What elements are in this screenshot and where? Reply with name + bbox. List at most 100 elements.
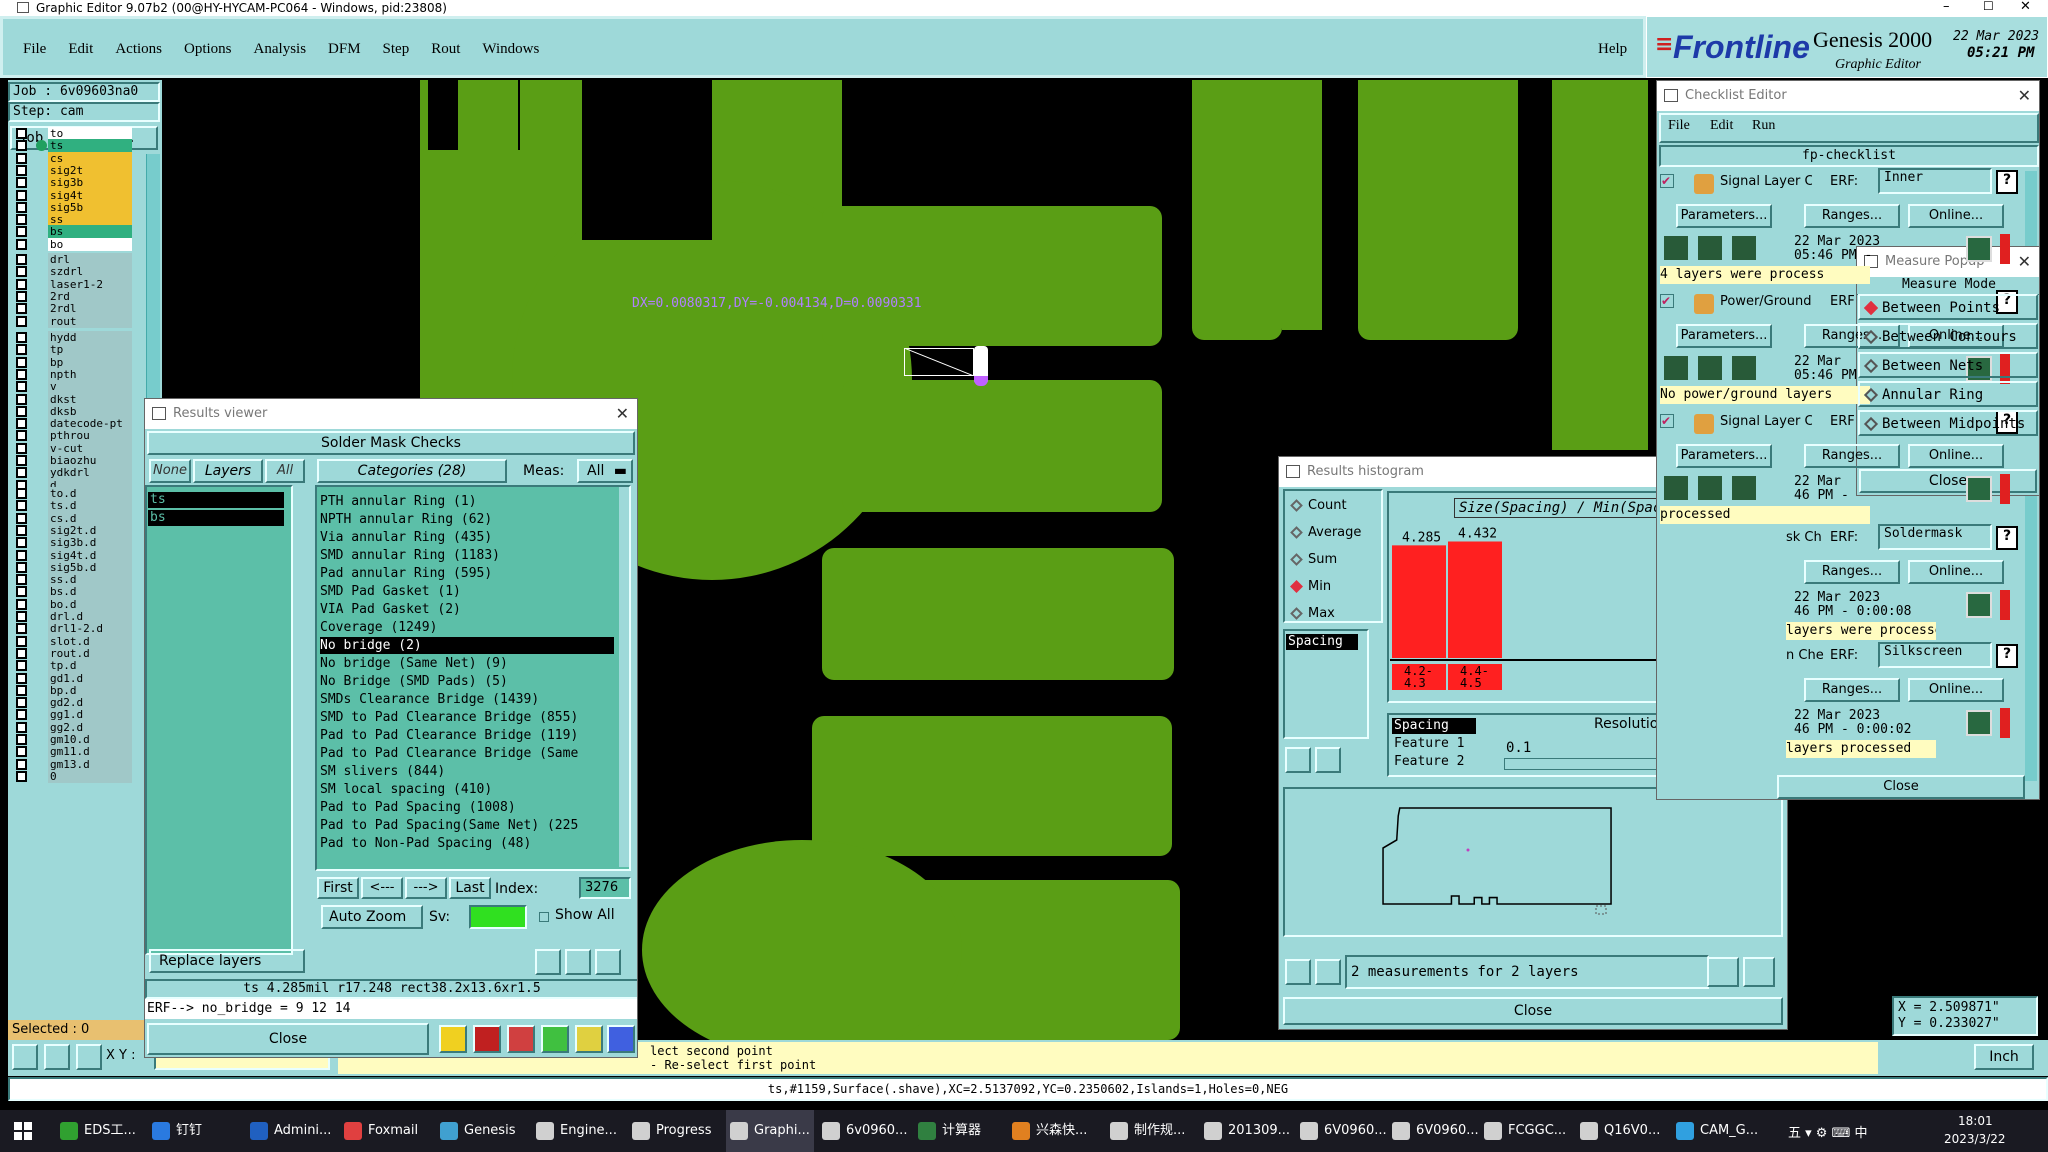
layer-checkbox[interactable] bbox=[16, 561, 27, 573]
checklist-menu-edit[interactable]: Edit bbox=[1710, 118, 1733, 134]
index-input[interactable]: 3276 bbox=[579, 877, 631, 899]
results-tool-4[interactable] bbox=[541, 1025, 569, 1053]
auto-zoom-dropdown[interactable]: Auto Zoom bbox=[321, 905, 423, 929]
prev-button[interactable]: <--- bbox=[361, 877, 403, 899]
layer-row[interactable]: to.d bbox=[14, 487, 132, 500]
systray[interactable]: 五 ▾ ⚙ ⌨ 中 bbox=[1788, 1122, 1867, 1141]
layer-checkbox[interactable] bbox=[16, 721, 27, 733]
results-close-button[interactable]: Close bbox=[147, 1023, 429, 1055]
layer-row[interactable]: hydd bbox=[14, 331, 132, 344]
layer-checkbox[interactable] bbox=[16, 278, 27, 290]
layer-row[interactable]: tp bbox=[14, 343, 132, 357]
layer-checkbox[interactable] bbox=[16, 152, 27, 164]
tool-icon-3[interactable] bbox=[76, 1044, 102, 1070]
layer-row[interactable]: gg1.d bbox=[14, 708, 132, 722]
layer-checkbox[interactable] bbox=[16, 238, 27, 250]
taskbar-item[interactable]: Genesis bbox=[440, 1110, 515, 1152]
check-action-icon[interactable] bbox=[1662, 234, 1690, 262]
menu-help[interactable]: Help bbox=[1598, 41, 1627, 58]
layer-row[interactable]: 2rd bbox=[14, 289, 132, 303]
layer-row[interactable]: datecode-pt bbox=[14, 417, 132, 431]
taskbar-item[interactable]: 计算器 bbox=[918, 1110, 981, 1152]
checklist-menu-run[interactable]: Run bbox=[1752, 118, 1775, 134]
hist-option-max[interactable]: Max bbox=[1290, 604, 1335, 624]
layer-row[interactable]: tp.d bbox=[14, 659, 132, 673]
layers-button[interactable]: Layers bbox=[193, 459, 263, 483]
category-item[interactable]: SMD to Pad Clearance Bridge (855) bbox=[320, 709, 614, 726]
check-action-icon[interactable] bbox=[1662, 474, 1690, 502]
tool-icon-1[interactable] bbox=[12, 1044, 38, 1070]
categories-button[interactable]: Categories (28) bbox=[317, 459, 507, 483]
layer-row[interactable]: dksb bbox=[14, 404, 132, 418]
layer-checkbox[interactable] bbox=[16, 758, 27, 770]
layer-row[interactable]: bp bbox=[14, 355, 132, 369]
zoom-icon[interactable] bbox=[1966, 710, 1992, 736]
layer-row[interactable]: szdrl bbox=[14, 265, 132, 279]
check-action-icon[interactable] bbox=[1730, 354, 1758, 382]
hist-list-item-spacing[interactable]: Spacing bbox=[1286, 634, 1358, 650]
check-name[interactable]: sk Ch bbox=[1786, 530, 1822, 545]
help-icon[interactable]: ? bbox=[1996, 644, 2018, 668]
category-item[interactable]: No bridge (Same Net) (9) bbox=[320, 655, 614, 672]
layer-row[interactable]: slot.d bbox=[14, 634, 132, 648]
layer-row[interactable]: ts bbox=[14, 139, 132, 153]
hist-option-min[interactable]: Min bbox=[1290, 577, 1331, 597]
layer-row[interactable]: drl1-2.d bbox=[14, 622, 132, 636]
layer-row[interactable]: gd2.d bbox=[14, 696, 132, 710]
checklist-close-button[interactable]: Close bbox=[1777, 775, 2025, 799]
layer-checkbox[interactable] bbox=[16, 405, 27, 417]
layer-row[interactable]: 0 bbox=[14, 769, 132, 783]
layer-checkbox[interactable] bbox=[16, 586, 27, 598]
ranges-button[interactable]: Ranges... bbox=[1804, 444, 1900, 468]
measure-mode-between-points[interactable]: Between Points bbox=[1858, 294, 2038, 320]
hist-select-icon[interactable] bbox=[1743, 957, 1775, 987]
layer-row[interactable]: bs bbox=[14, 225, 132, 239]
layer-checkbox[interactable] bbox=[16, 746, 27, 758]
hist-field-item[interactable]: Spacing bbox=[1392, 718, 1476, 734]
layer-checkbox[interactable] bbox=[16, 290, 27, 302]
category-item[interactable]: Pad to Non-Pad Spacing (48) bbox=[320, 835, 614, 852]
layer-row[interactable]: to bbox=[14, 127, 132, 140]
layer-row[interactable]: cs.d bbox=[14, 511, 132, 525]
category-item[interactable]: VIA Pad Gasket (2) bbox=[320, 601, 614, 618]
undo-icon[interactable] bbox=[595, 949, 621, 975]
category-item[interactable]: No bridge (2) bbox=[320, 637, 614, 654]
layer-checkbox[interactable] bbox=[16, 315, 27, 327]
check-action-icon[interactable] bbox=[1730, 474, 1758, 502]
layer-row[interactable]: cs bbox=[14, 151, 132, 165]
taskbar-item[interactable]: 6V0960... bbox=[1392, 1110, 1479, 1152]
layer-checkbox[interactable] bbox=[16, 770, 27, 782]
layer-row[interactable]: npth bbox=[14, 367, 132, 381]
tool-icon-2[interactable] bbox=[44, 1044, 70, 1070]
layer-row[interactable]: dkst bbox=[14, 392, 132, 406]
check-action-icon[interactable] bbox=[1696, 474, 1724, 502]
layer-checkbox[interactable] bbox=[16, 574, 27, 586]
layer-checkbox[interactable] bbox=[16, 430, 27, 442]
online-button[interactable]: Online... bbox=[1908, 678, 2004, 702]
layer-checkbox[interactable] bbox=[16, 611, 27, 622]
layer-checkbox[interactable] bbox=[16, 164, 27, 176]
hist-option-count[interactable]: Count bbox=[1290, 496, 1347, 516]
results-tool-2[interactable] bbox=[473, 1025, 501, 1053]
zoom-icon[interactable] bbox=[1966, 236, 1992, 262]
taskbar-item[interactable]: 6v0960... bbox=[822, 1110, 907, 1152]
layer-row[interactable]: sig4t.d bbox=[14, 548, 132, 562]
erf-value[interactable]: Soldermask bbox=[1878, 524, 1992, 550]
hist-del-icon[interactable] bbox=[1285, 747, 1311, 773]
clock-time[interactable]: 18:01 bbox=[1958, 1114, 1993, 1128]
taskbar-item[interactable]: Q16V0... bbox=[1580, 1110, 1660, 1152]
layer-row[interactable]: bs.d bbox=[14, 585, 132, 599]
taskbar-item[interactable]: FCGGC... bbox=[1484, 1110, 1566, 1152]
layer-checkbox[interactable] bbox=[16, 537, 27, 549]
layer-checkbox[interactable] bbox=[16, 672, 27, 684]
category-item[interactable]: PTH annular Ring (1) bbox=[320, 493, 614, 510]
layer-checkbox[interactable] bbox=[16, 647, 27, 659]
first-button[interactable]: First bbox=[317, 877, 359, 899]
taskbar-item[interactable]: 201309... bbox=[1204, 1110, 1290, 1152]
layer-checkbox[interactable] bbox=[16, 598, 27, 610]
taskbar-item[interactable]: EDS工... bbox=[60, 1110, 136, 1152]
check-action-icon[interactable] bbox=[1662, 354, 1690, 382]
layer-row[interactable]: biaozhu bbox=[14, 454, 132, 467]
close-icon[interactable]: ✕ bbox=[616, 399, 629, 429]
none-button[interactable]: None bbox=[149, 459, 191, 483]
